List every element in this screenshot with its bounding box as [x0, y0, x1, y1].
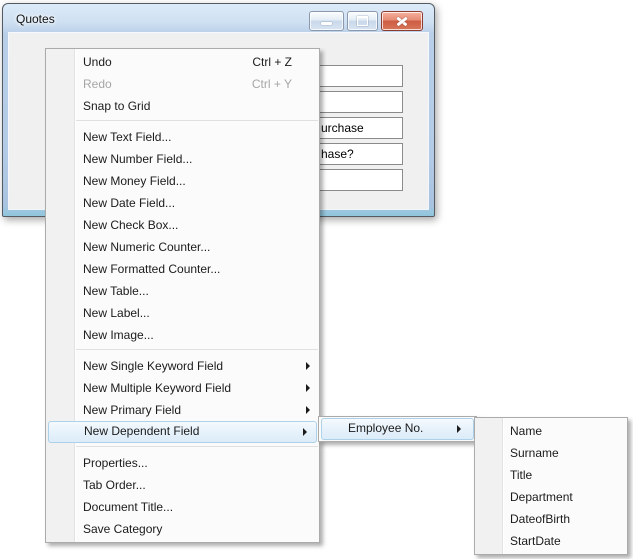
menu-item-properties[interactable]: Properties... [46, 452, 319, 474]
close-icon [396, 16, 408, 26]
menu-item-label: New Primary Field [83, 403, 182, 417]
menu-item-new-number-field[interactable]: New Number Field... [46, 148, 319, 170]
menu-item-label: New Date Field... [83, 196, 176, 210]
minimize-button[interactable] [309, 11, 344, 31]
menu-item-label: New Money Field... [83, 174, 186, 188]
menu-item-name[interactable]: Name [475, 420, 627, 442]
context-menu: Undo Ctrl + Z Redo Ctrl + Y Snap to Grid… [45, 48, 320, 543]
menu-item-label: New Image... [83, 328, 154, 342]
menu-item-label: New Multiple Keyword Field [83, 381, 232, 395]
menu-item-document-title[interactable]: Document Title... [46, 496, 319, 518]
menu-item-label: Undo [83, 55, 112, 69]
menu-item-dateofbirth[interactable]: DateofBirth [475, 508, 627, 530]
menu-item-snap-to-grid[interactable]: Snap to Grid [46, 95, 319, 117]
menu-item-new-single-keyword-field[interactable]: New Single Keyword Field [46, 355, 319, 377]
menu-item-label: New Table... [83, 284, 149, 298]
dependent-field-submenu: Employee No. [318, 416, 477, 442]
menu-item-label: New Dependent Field [84, 424, 200, 438]
submenu-arrow-icon [306, 384, 310, 392]
menu-item-new-multiple-keyword-field[interactable]: New Multiple Keyword Field [46, 377, 319, 399]
submenu-arrow-icon [306, 406, 310, 414]
menu-item-redo[interactable]: Redo Ctrl + Y [46, 73, 319, 95]
menu-item-label: Title [510, 468, 533, 482]
menu-item-label: New Label... [83, 306, 150, 320]
menu-item-title[interactable]: Title [475, 464, 627, 486]
menu-item-new-check-box[interactable]: New Check Box... [46, 214, 319, 236]
menu-item-label: Employee No. [348, 421, 424, 435]
menu-item-new-primary-field[interactable]: New Primary Field [46, 399, 319, 421]
menu-item-surname[interactable]: Surname [475, 442, 627, 464]
menu-item-new-date-field[interactable]: New Date Field... [46, 192, 319, 214]
menu-item-new-image[interactable]: New Image... [46, 324, 319, 346]
menu-shortcut: Ctrl + Y [251, 77, 292, 91]
menu-item-label: New Numeric Counter... [83, 240, 211, 254]
menu-item-new-money-field[interactable]: New Money Field... [46, 170, 319, 192]
maximize-button[interactable] [347, 11, 378, 31]
submenu-arrow-icon [306, 362, 310, 370]
menu-item-label: Tab Order... [83, 478, 146, 492]
menu-item-employee-no[interactable]: Employee No. [321, 418, 474, 440]
window-controls [309, 11, 423, 31]
menu-item-new-numeric-counter[interactable]: New Numeric Counter... [46, 236, 319, 258]
menu-item-label: New Formatted Counter... [83, 262, 221, 276]
titlebar[interactable]: Quotes [3, 4, 434, 33]
menu-item-label: New Check Box... [83, 218, 179, 232]
menu-item-label: Redo [83, 77, 112, 91]
menu-item-tab-order[interactable]: Tab Order... [46, 474, 319, 496]
menu-separator [76, 349, 318, 351]
menu-item-new-dependent-field[interactable]: New Dependent Field [48, 421, 317, 443]
menu-item-new-formatted-counter[interactable]: New Formatted Counter... [46, 258, 319, 280]
menu-item-label: New Text Field... [83, 130, 172, 144]
menu-separator [76, 120, 318, 122]
menu-item-startdate[interactable]: StartDate [475, 530, 627, 552]
menu-item-label: New Single Keyword Field [83, 359, 224, 373]
menu-item-label: Properties... [83, 456, 148, 470]
menu-item-label: Name [510, 424, 543, 438]
menu-item-save-category[interactable]: Save Category [46, 518, 319, 540]
menu-item-label: New Number Field... [83, 152, 193, 166]
menu-item-label: Document Title... [83, 500, 174, 514]
close-button[interactable] [381, 11, 423, 31]
submenu-arrow-icon [457, 425, 461, 433]
submenu-arrow-icon [303, 428, 307, 436]
minimize-icon [321, 21, 332, 25]
window-title: Quotes [16, 12, 55, 26]
menu-separator [76, 446, 318, 448]
menu-item-label: Save Category [83, 522, 163, 536]
menu-shortcut: Ctrl + Z [252, 55, 292, 69]
menu-item-new-label[interactable]: New Label... [46, 302, 319, 324]
menu-item-label: Snap to Grid [83, 99, 151, 113]
menu-item-new-text-field[interactable]: New Text Field... [46, 126, 319, 148]
menu-item-label: Surname [510, 446, 559, 460]
menu-item-label: StartDate [510, 534, 561, 548]
menu-item-label: DateofBirth [510, 512, 571, 526]
menu-item-new-table[interactable]: New Table... [46, 280, 319, 302]
menu-item-label: Department [510, 490, 573, 504]
employee-no-submenu: Name Surname Title Department DateofBirt… [474, 417, 628, 555]
menu-item-department[interactable]: Department [475, 486, 627, 508]
menu-item-undo[interactable]: Undo Ctrl + Z [46, 51, 319, 73]
maximize-icon [357, 16, 368, 26]
